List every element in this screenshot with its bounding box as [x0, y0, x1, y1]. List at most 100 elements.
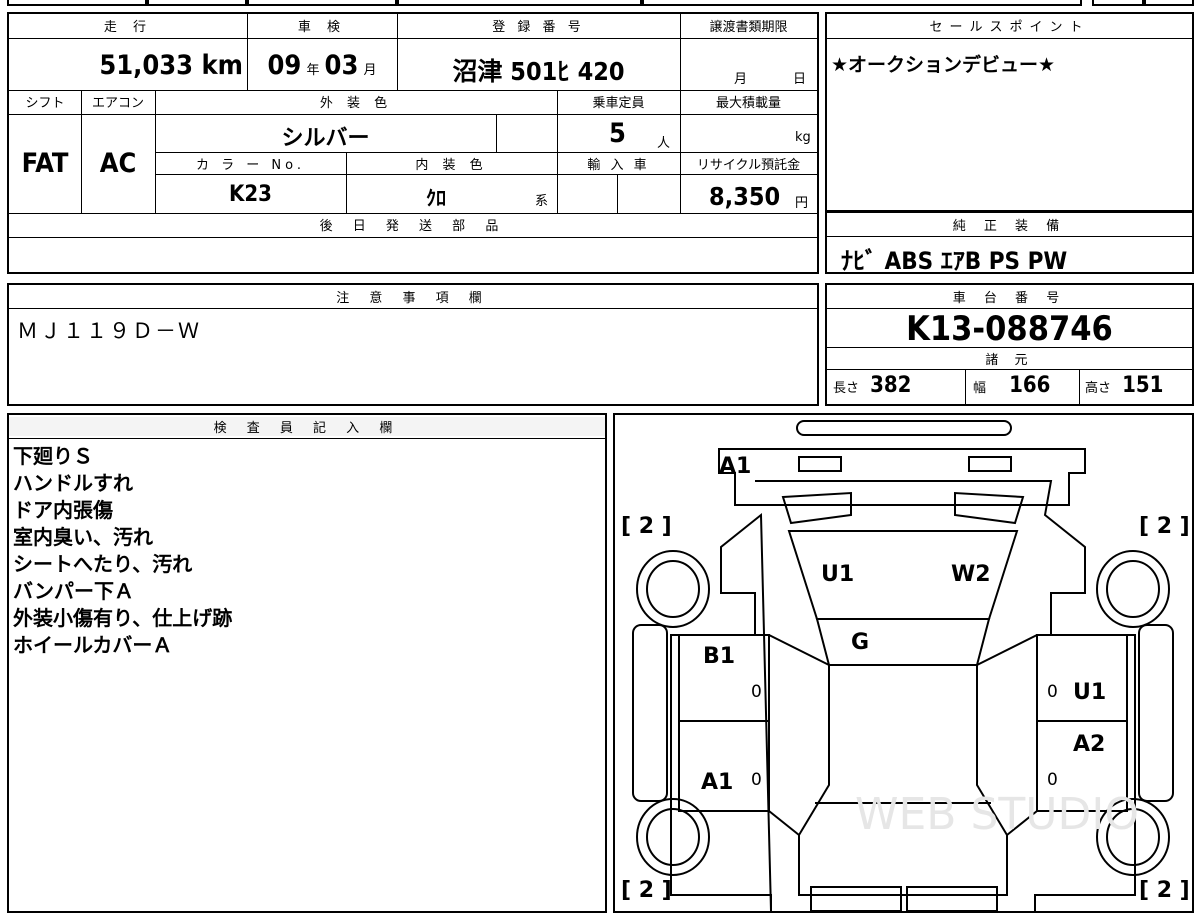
length-spec: 長さ 382 — [833, 373, 911, 398]
top-cropped-cell — [7, 0, 147, 6]
tire-fr-label: [ 2 ] — [1139, 514, 1190, 539]
car-body — [670, 480, 1136, 911]
sales-point-header: セールスポイント — [929, 20, 1090, 35]
chassis-header: 車 台 番 号 — [952, 291, 1067, 306]
sales-point-box: セールスポイント ★オークションデビュー★ — [825, 12, 1194, 212]
tire-fl-label: [ 2 ] — [621, 514, 672, 539]
right-front-door — [1036, 634, 1128, 722]
watermark: WEB STUDIO — [855, 789, 1139, 840]
inspector-line: バンパー下Ａ — [13, 579, 134, 603]
notes-header: 注 意 事 項 欄 — [336, 291, 490, 306]
capacity-unit: 人 — [657, 136, 671, 151]
color-no-header: カ ラ ー No. — [196, 158, 305, 173]
windshield-right-label: W2 — [951, 562, 991, 587]
top-cropped-cell — [642, 0, 1082, 6]
mileage-value: 51,033 km — [99, 50, 243, 81]
capacity-header: 乗車定員 — [592, 96, 645, 111]
rear-bumper-right — [906, 886, 998, 911]
left-rear-door — [678, 720, 770, 812]
registration-header: 登 録 番 号 — [492, 20, 585, 35]
chassis-number: K13-088746 — [906, 309, 1113, 349]
left-rear-pillar-line — [768, 810, 800, 836]
inspector-header: 検 査 員 記 入 欄 — [9, 417, 605, 436]
inspector-line: ホイールカバーＡ — [13, 633, 173, 657]
inspector-box: 検 査 員 記 入 欄 下廻りＳ ハンドルすれ ドア内張傷 室内臭い、汚れ シー… — [7, 413, 607, 913]
left-front-door-label: B1 — [703, 644, 735, 669]
left-side-rail — [632, 624, 668, 802]
left-pillar-line — [768, 634, 830, 666]
left-rear-door-label: A1 — [701, 770, 733, 795]
fog-lamp-right — [968, 456, 1012, 472]
right-front-door-label: U1 — [1073, 680, 1106, 705]
inspector-lines: 下廻りＳ ハンドルすれ ドア内張傷 室内臭い、汚れ シートへたり、汚れ バンパー… — [13, 443, 232, 659]
shift-value: FAT — [21, 148, 69, 179]
tire-rr-label: [ 2 ] — [1139, 878, 1190, 903]
transfer-month-unit: 月 — [734, 72, 748, 87]
sales-point-text: ★オークションデビュー★ — [831, 54, 1056, 76]
equipment-box: 純 正 装 備 ﾅﾋﾞ ABS ｴｱB PS PW — [825, 211, 1194, 275]
inspection-year: 09 — [267, 50, 302, 81]
fog-lamp-left — [798, 456, 842, 472]
height-label: 高さ — [1085, 381, 1112, 396]
length-value: 382 — [870, 373, 912, 398]
vehicle-info-table: 走 行 車 検 登 録 番 号 譲渡書類期限 51,033 km 09 年 03… — [7, 12, 819, 274]
roof — [798, 664, 1008, 896]
width-label: 幅 — [973, 381, 987, 396]
spec-header: 諸 元 — [985, 353, 1034, 368]
recycle-header: リサイクル預託金 — [696, 158, 801, 173]
registration-number: 沼津 501ﾋ 420 — [452, 57, 625, 86]
recycle-value: 8,350 — [709, 182, 781, 211]
mileage-header: 走 行 — [103, 20, 153, 35]
inspector-line: 外装小傷有り、仕上げ跡 — [13, 606, 233, 630]
inspection-month-unit: 月 — [363, 63, 377, 78]
car-diagram-box: WEB STUDIO [ 2 ] [ 2 ] [ 2 ] [ 2 ] A1 U1… — [613, 413, 1194, 913]
right-rear-door-label: A2 — [1073, 732, 1105, 757]
top-cropped-cell — [397, 0, 642, 6]
hood — [815, 618, 991, 666]
headlight-right — [954, 491, 1025, 525]
equipment-header: 純 正 装 備 — [952, 219, 1067, 234]
inspector-line: 室内臭い、汚れ — [13, 525, 153, 549]
rear-bumper-left — [810, 886, 902, 911]
headlight-left — [781, 491, 852, 525]
height-value: 151 — [1122, 373, 1164, 398]
inspector-line: ドア内張傷 — [13, 498, 113, 522]
interior-color-header: 内 装 色 — [415, 158, 488, 173]
right-front-door-value: 0 — [1047, 682, 1058, 702]
transfer-deadline-header: 譲渡書類期限 — [709, 20, 788, 35]
inspector-line: シートへたり、汚れ — [13, 552, 193, 576]
exterior-color-value: シルバー — [281, 126, 370, 151]
max-load-header: 最大積載量 — [715, 96, 781, 111]
inspection-month: 03 — [324, 50, 359, 81]
equipment-text: ﾅﾋﾞ ABS ｴｱB PS PW — [841, 247, 1068, 275]
later-parts-header: 後 日 発 送 部 品 — [319, 219, 507, 234]
inspector-line: 下廻りＳ — [13, 444, 93, 468]
left-rear-door-value: 0 — [751, 770, 762, 790]
tire-rl-label: [ 2 ] — [621, 878, 672, 903]
transfer-day-unit: 日 — [793, 72, 807, 87]
import-header: 輸 入 車 — [587, 158, 650, 173]
chassis-box: 車 台 番 号 K13-088746 諸 元 長さ 382 幅 166 高さ 1… — [825, 283, 1194, 406]
top-cropped-cell — [147, 0, 247, 6]
windshield-left-label: U1 — [821, 562, 854, 587]
exterior-color-header: 外 装 色 — [319, 96, 393, 111]
right-rear-door-value: 0 — [1047, 770, 1058, 790]
inspection-year-unit: 年 — [306, 63, 320, 78]
front-bumper-trim — [796, 420, 1012, 436]
length-label: 長さ — [833, 381, 860, 396]
right-pillar-line — [976, 634, 1038, 666]
front-bumper-label: A1 — [719, 454, 751, 479]
color-no-value: K23 — [229, 182, 272, 207]
ac-header: エアコン — [91, 96, 144, 111]
top-cropped-cell — [1092, 0, 1144, 6]
max-load-unit: kg — [795, 130, 811, 145]
top-cropped-cell — [247, 0, 397, 6]
interior-color-value: ｸﾛ — [426, 186, 446, 210]
notes-text: ＭＪ１１９Ｄ－Ｗ — [17, 319, 201, 343]
left-front-door-value: 0 — [751, 682, 762, 702]
recycle-unit: 円 — [795, 196, 809, 211]
top-cropped-cell — [1144, 0, 1194, 6]
notes-box: 注 意 事 項 欄 ＭＪ１１９Ｄ－Ｗ — [7, 283, 819, 406]
width-value: 166 — [1009, 373, 1051, 398]
inspection-header: 車 検 — [297, 20, 347, 35]
